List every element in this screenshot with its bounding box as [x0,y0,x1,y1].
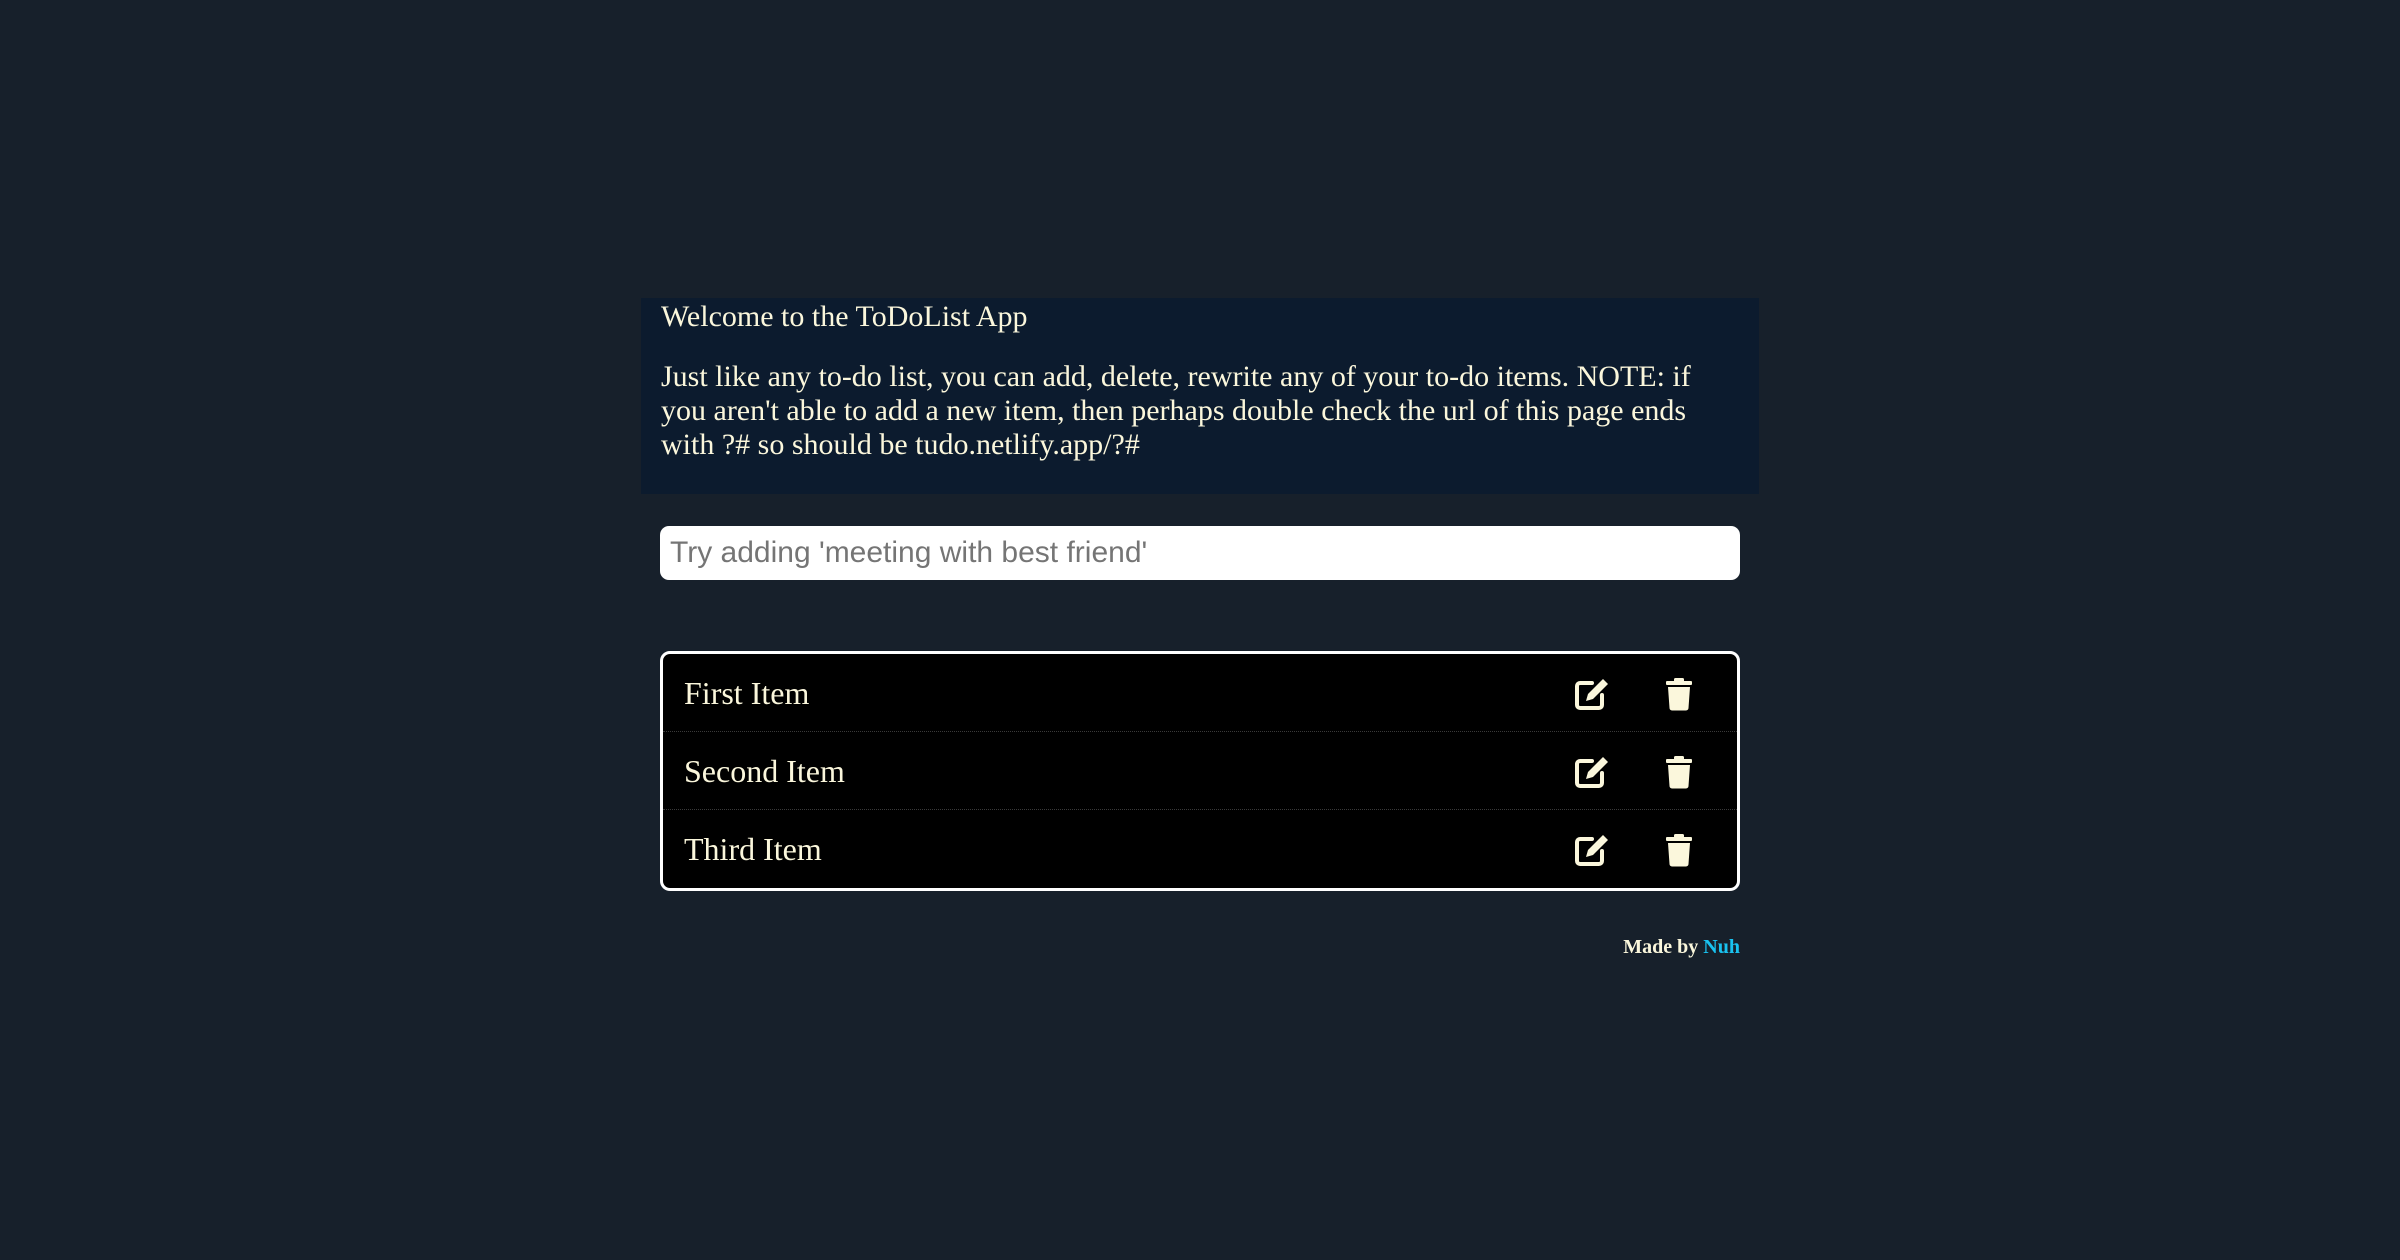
edit-item-button[interactable] [1572,752,1612,792]
todo-item: First Item [663,654,1737,732]
intro-description: Just like any to-do list, you can add, d… [661,360,1691,461]
todo-item: Third Item [663,810,1737,888]
edit-icon [1575,679,1608,710]
todo-item-label: Third Item [684,831,822,867]
delete-item-button[interactable] [1659,830,1699,870]
edit-icon [1575,757,1608,788]
intro-panel: Welcome to the ToDoList App Just like an… [641,298,1759,494]
page-title: Welcome to the ToDoList App [661,300,1028,333]
footer-credit: Made by Nuh [660,936,1740,959]
edit-icon [1575,835,1608,866]
author-link[interactable]: Nuh [1703,936,1740,958]
todo-item-label: First Item [684,675,810,711]
trash-icon [1666,834,1692,867]
edit-item-button[interactable] [1572,830,1612,870]
trash-icon [1666,678,1692,711]
page: Welcome to the ToDoList App Just like an… [0,0,2400,1260]
delete-item-button[interactable] [1659,674,1699,714]
add-todo-input[interactable] [660,526,1740,580]
todo-item-label: Second Item [684,753,845,789]
edit-item-button[interactable] [1572,674,1612,714]
trash-icon [1666,756,1692,789]
todo-list: First Item Second Item Third Item [660,651,1740,891]
delete-item-button[interactable] [1659,752,1699,792]
footer-prefix: Made by [1623,936,1699,958]
todo-item: Second Item [663,732,1737,810]
